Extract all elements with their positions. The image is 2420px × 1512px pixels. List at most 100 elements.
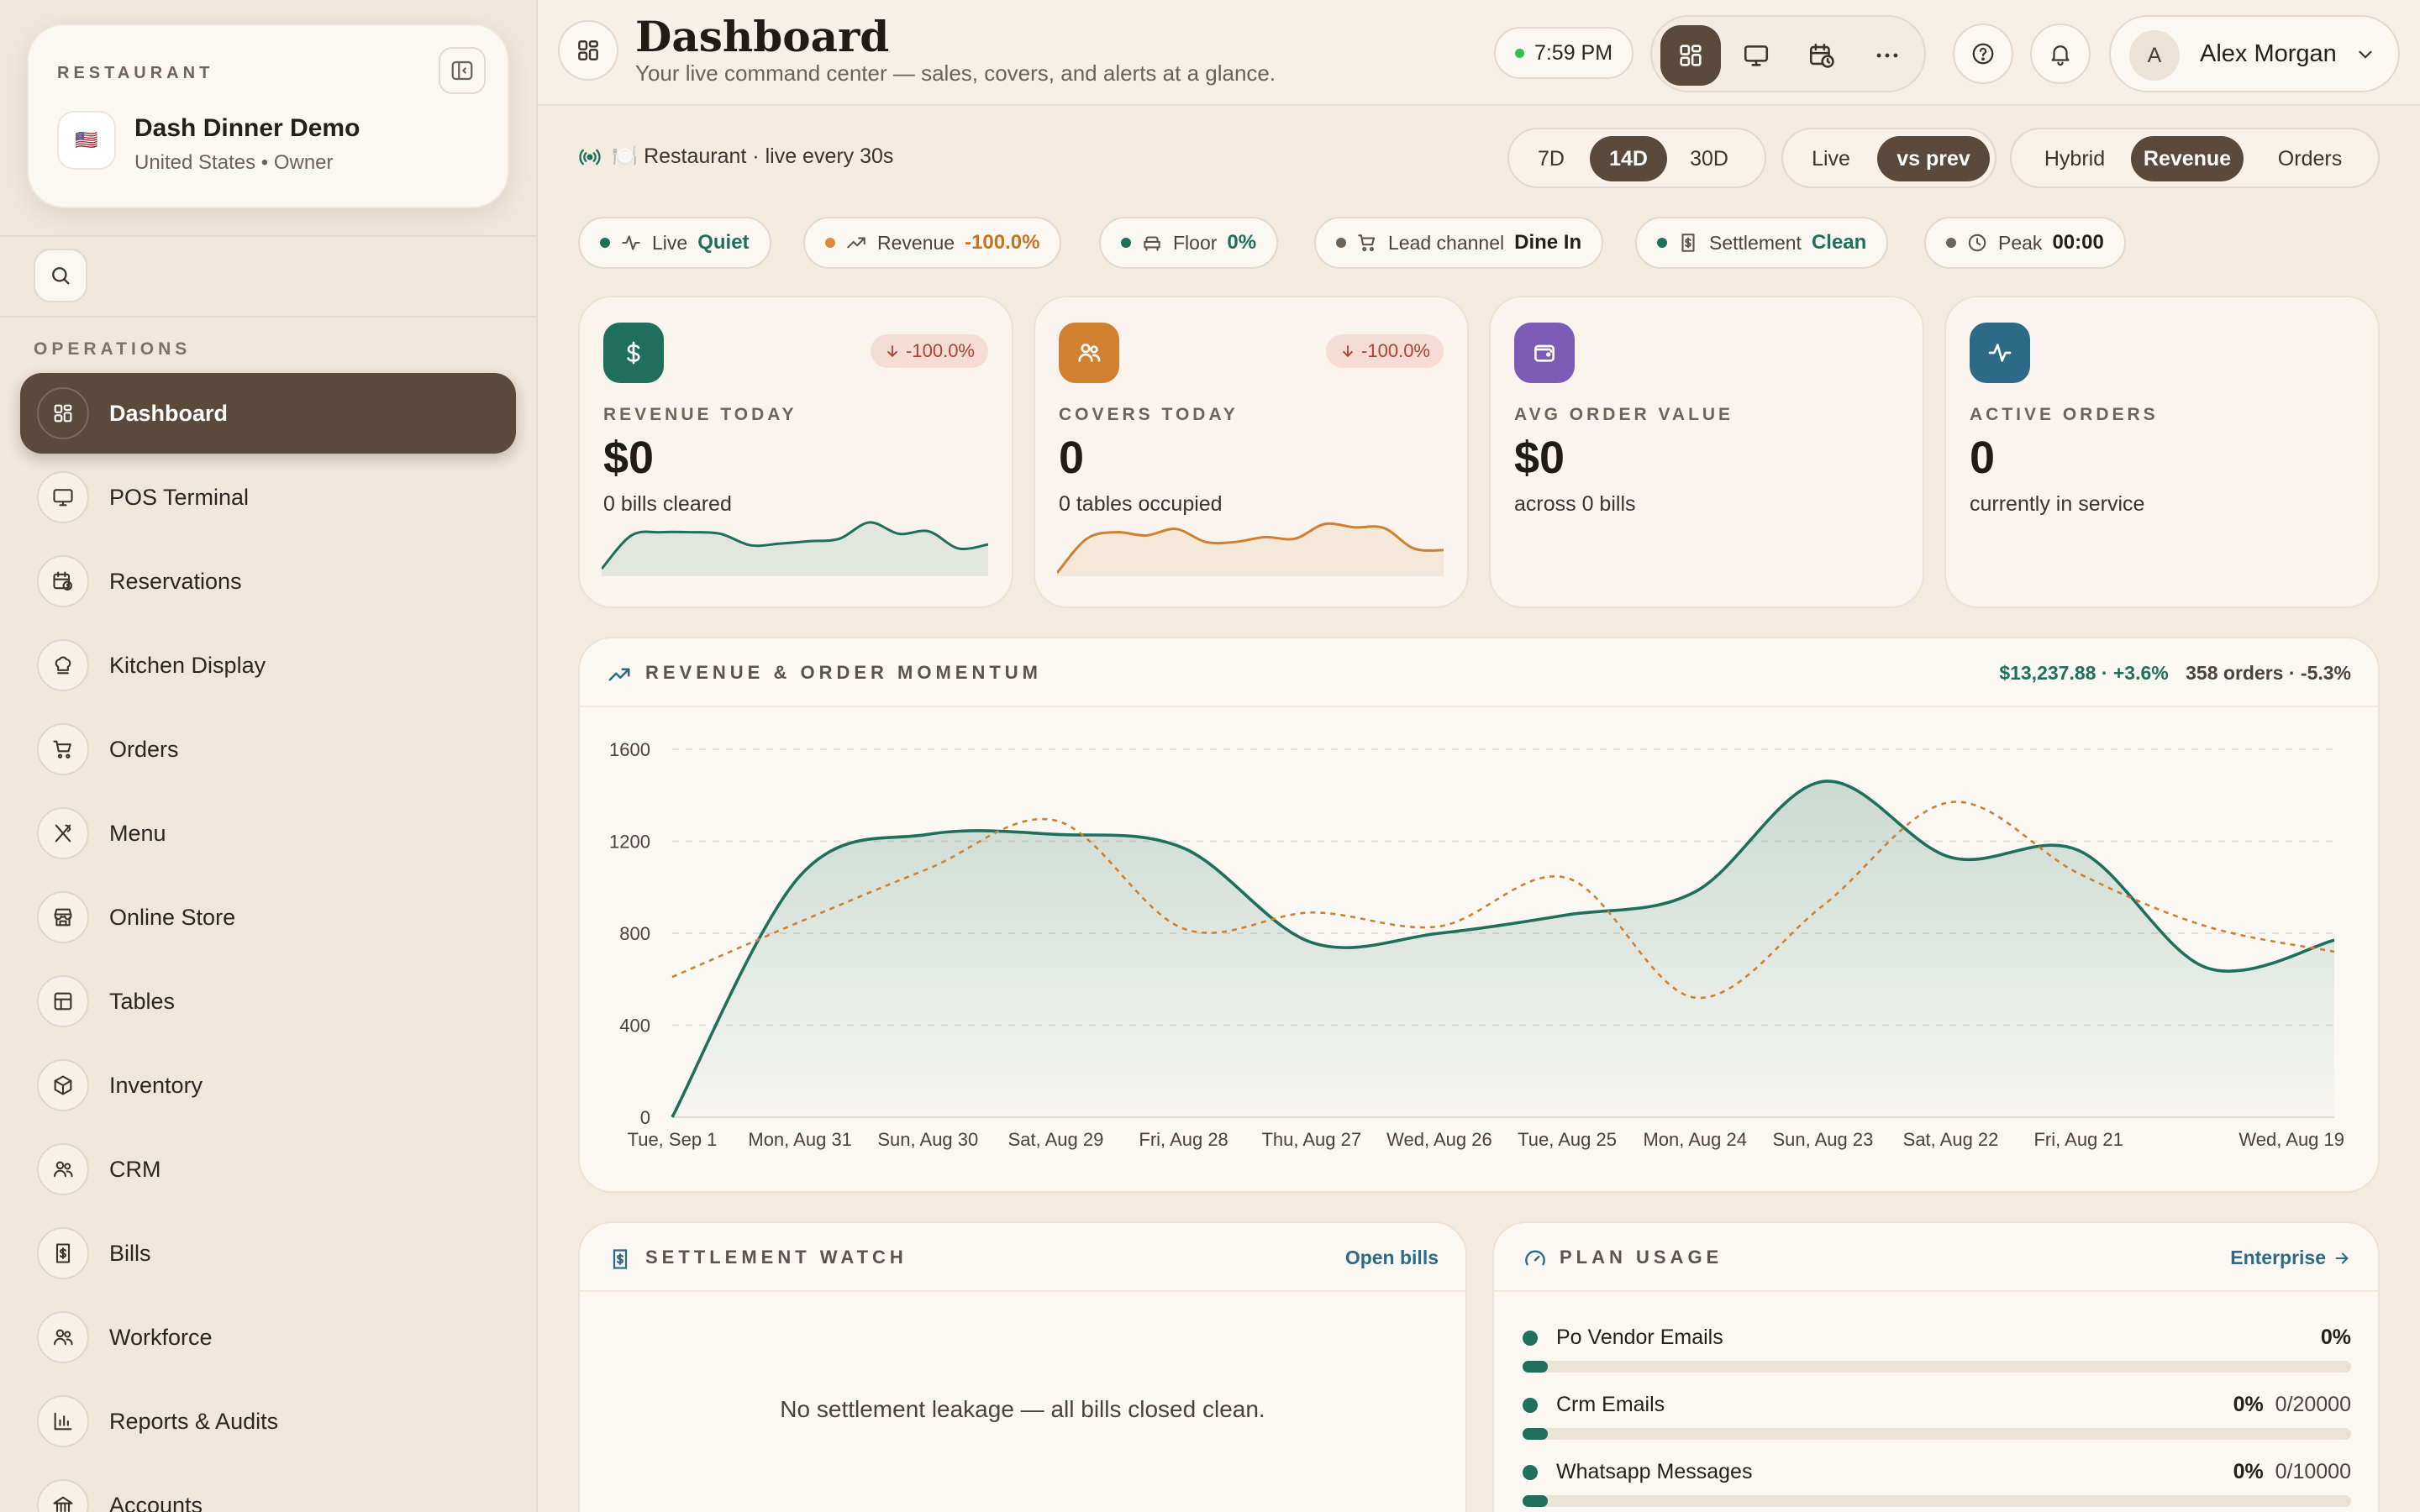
data-point[interactable]: [664, 969, 681, 985]
data-point[interactable]: [1303, 904, 1320, 921]
data-point[interactable]: [2326, 943, 2343, 960]
table-icon: [54, 992, 72, 1011]
usage-row-po-vendor-emails: Po Vendor Emails 0%: [1523, 1320, 2351, 1386]
cart-icon: [1358, 234, 1376, 252]
data-point[interactable]: [1176, 840, 1192, 857]
status-chip-live[interactable]: Live Quiet: [578, 217, 771, 269]
x-tick-label: Tue, Sep 1: [628, 1129, 718, 1150]
help-button[interactable]: [1953, 24, 2013, 84]
sidebar-item-bills[interactable]: Bills: [20, 1213, 516, 1294]
range-selector: 7D 14D 30D: [1507, 128, 1766, 188]
range-option-30d[interactable]: 30D: [1667, 136, 1751, 181]
more-button[interactable]: [1857, 25, 1918, 86]
data-point[interactable]: [2198, 918, 2215, 935]
activity-icon: [1988, 344, 2012, 362]
sidebar-item-pos-terminal[interactable]: POS Terminal: [20, 457, 516, 538]
open-bills-link[interactable]: Open bills: [1345, 1247, 1439, 1269]
pos-view-button[interactable]: [1726, 25, 1786, 86]
x-tick-label: Sun, Aug 30: [877, 1129, 978, 1150]
sidebar-item-reports-and-audits[interactable]: Reports & Audits: [20, 1381, 516, 1462]
dashboard-view-button[interactable]: [1660, 25, 1721, 86]
data-point[interactable]: [792, 913, 808, 930]
chip-value: 0%: [1227, 231, 1257, 254]
metric-option-orders[interactable]: Orders: [2249, 136, 2371, 181]
sidebar-item-dashboard[interactable]: Dashboard: [20, 373, 516, 454]
data-point[interactable]: [2070, 842, 2087, 858]
sidebar-item-crm[interactable]: CRM: [20, 1129, 516, 1210]
data-point[interactable]: [1047, 812, 1064, 829]
reservations-view-button[interactable]: [1791, 25, 1852, 86]
data-point[interactable]: [2070, 865, 2087, 882]
data-point[interactable]: [1431, 918, 1448, 935]
kpi-delta: -100.0%: [1361, 340, 1430, 361]
data-point[interactable]: [1943, 849, 1960, 866]
compare-option-vs-prev[interactable]: vs prev: [1877, 136, 1990, 181]
data-point[interactable]: [1176, 921, 1192, 937]
range-option-14d[interactable]: 14D: [1590, 136, 1667, 181]
more-horizontal-icon: [1876, 53, 1898, 58]
usage-values: 0% 0/10000: [2233, 1460, 2351, 1484]
kpi-delta-badge: -100.0%: [871, 334, 988, 368]
notifications-button[interactable]: [2030, 24, 2091, 84]
sidebar-item-label: POS Terminal: [109, 484, 250, 510]
data-point[interactable]: [2198, 959, 2215, 976]
sidebar-item-orders[interactable]: Orders: [20, 709, 516, 790]
metric-option-hybrid[interactable]: Hybrid: [2022, 136, 2128, 181]
sidebar-item-workforce[interactable]: Workforce: [20, 1297, 516, 1378]
status-chip-floor[interactable]: Floor 0%: [1099, 217, 1279, 269]
sidebar-item-inventory[interactable]: Inventory: [20, 1045, 516, 1126]
sidebar-item-label: Menu: [109, 820, 166, 846]
clock-icon: [1968, 234, 1986, 252]
data-point[interactable]: [919, 826, 936, 843]
settlement-panel: SETTLEMENT WATCH Open bills No settlemen…: [578, 1221, 1467, 1512]
sidebar-item-icon: [37, 387, 89, 439]
data-point[interactable]: [664, 1109, 681, 1126]
panel-header: SETTLEMENT WATCH Open bills: [580, 1223, 1465, 1292]
sidebar-item-kitchen-display[interactable]: Kitchen Display: [20, 625, 516, 706]
apps-button[interactable]: [558, 20, 618, 81]
metric-option-revenue[interactable]: Revenue: [2131, 136, 2244, 181]
sidebar-item-reservations[interactable]: Reservations: [20, 541, 516, 622]
restaurant-card[interactable]: RESTAURANT 🇺🇸 Dash Dinner Demo United St…: [27, 24, 509, 208]
usage-bar: [1523, 1361, 2351, 1373]
user-menu[interactable]: A Alex Morgan: [2109, 15, 2400, 92]
status-chip-peak[interactable]: Peak 00:00: [1924, 217, 2126, 269]
status-chip-settlement[interactable]: Settlement Clean: [1635, 217, 1889, 269]
data-point[interactable]: [1943, 794, 1960, 811]
sidebar-item-menu[interactable]: Menu: [20, 793, 516, 874]
range-option-7d[interactable]: 7D: [1518, 136, 1585, 181]
usage-percent: 0%: [2233, 1393, 2264, 1416]
sidebar-item-icon: [37, 1395, 89, 1447]
sidebar-item-label: Inventory: [109, 1072, 203, 1098]
data-point[interactable]: [792, 868, 808, 885]
page-title: Dashboard: [635, 12, 890, 61]
collapse-sidebar-button[interactable]: [439, 47, 486, 94]
data-point[interactable]: [1303, 934, 1320, 951]
data-point[interactable]: [1686, 990, 1703, 1006]
y-tick-label: 1600: [609, 739, 650, 760]
data-point[interactable]: [1814, 897, 1831, 914]
data-point[interactable]: [1686, 884, 1703, 900]
data-point[interactable]: [1559, 869, 1576, 886]
sidebar-item-tables[interactable]: Tables: [20, 961, 516, 1042]
restaurant-label: RESTAURANT: [57, 64, 214, 82]
data-point[interactable]: [919, 860, 936, 877]
sidebar-item-accounts[interactable]: Accounts: [20, 1465, 516, 1512]
sidebar: RESTAURANT 🇺🇸 Dash Dinner Demo United St…: [0, 0, 538, 1512]
compare-option-live[interactable]: Live: [1791, 136, 1870, 181]
kpi-subtext: 0 bills cleared: [603, 492, 732, 516]
search-button[interactable]: [34, 249, 87, 302]
bell-icon: [2051, 45, 2070, 66]
sidebar-item-online-store[interactable]: Online Store: [20, 877, 516, 958]
sidebar-item-icon: [37, 975, 89, 1027]
usage-percent: 0%: [2233, 1460, 2264, 1483]
chip-value: Dine In: [1514, 231, 1582, 254]
data-point[interactable]: [1559, 906, 1576, 923]
enterprise-link[interactable]: Enterprise: [2230, 1247, 2351, 1269]
kpi-card-revenue-today: -100.0% REVENUE TODAY $0 0 bills cleared: [578, 296, 1013, 608]
status-chip-revenue[interactable]: Revenue -100.0%: [803, 217, 1062, 269]
kpi-icon: [1970, 323, 2030, 383]
status-chip-lead-channel[interactable]: Lead channel Dine In: [1314, 217, 1604, 269]
settlement-empty-message: No settlement leakage — all bills closed…: [780, 1396, 1265, 1422]
data-point[interactable]: [1814, 773, 1831, 790]
